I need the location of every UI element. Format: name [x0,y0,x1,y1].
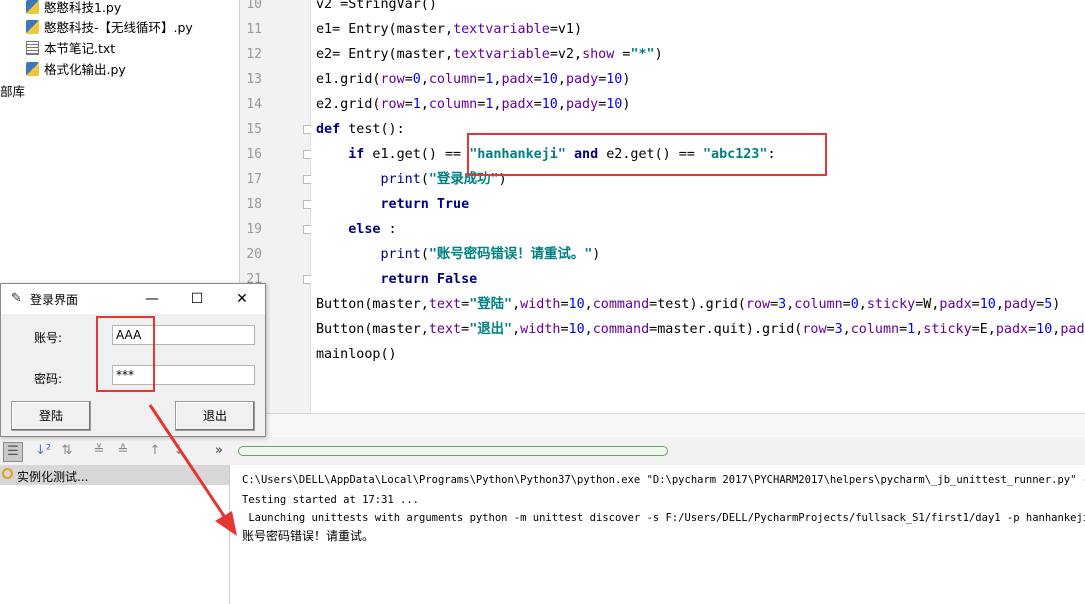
close-button[interactable]: ✕ [231,288,253,310]
tree-file-label: 憨憨科技-【无线循环】.py [44,20,193,35]
line-number: 17 [246,172,262,187]
console-line: Testing started at 17:31 ... [242,494,420,506]
console-line: 账号密码错误！请重试。 [242,529,375,543]
test-results-tree: 实例化测试... [0,465,230,604]
previous-icon[interactable]: ↑ [146,442,164,460]
password-label: 密码: [34,372,63,386]
tree-file-item[interactable]: 本节笔记.txt [26,39,115,59]
tree-file-label: 格式化输出.py [44,62,126,77]
dialog-titlebar[interactable]: ✎ 登录界面 — ☐ ✕ [1,284,265,314]
line-number: 19 [246,222,262,237]
line-number: 15 [246,122,262,137]
line-number: 13 [246,72,262,87]
quit-button[interactable]: 退出 [175,401,255,431]
code-line: def test(): [316,122,405,137]
tree-file-item[interactable]: 格式化输出.py [26,60,126,80]
tree-file-item[interactable]: 憨憨科技1.py [26,0,121,18]
code-line: e1.grid(row=0,column=1,padx=10,pady=10) [316,72,631,87]
code-line: else : [348,222,397,237]
entries-annotation-box [96,316,155,392]
python-file-icon [26,0,39,14]
dialog-title: 登录界面 [30,293,79,307]
console-line: C:\Users\DELL\AppData\Local\Programs\Pyt… [242,474,1085,486]
sort-alpha-icon[interactable]: ↓² [34,442,52,460]
tree-file-item[interactable]: 憨憨科技-【无线循环】.py [26,18,193,38]
code-editor[interactable]: v2 =StringVar() e1= Entry(master,textvar… [311,0,1085,413]
code-line: e1= Entry(master,textvariable=v1) [316,22,583,37]
test-item-label: 实例化测试... [17,470,89,484]
login-button[interactable]: 登陆 [11,401,91,431]
python-file-icon [26,20,39,34]
sort-duration-icon[interactable]: ⇅ [58,442,76,460]
line-number: 11 [246,22,262,37]
feather-icon: ✎ [11,291,22,306]
text-file-icon [26,41,39,55]
code-line: Button(master,text="登陆",width=10,command… [316,297,1061,312]
line-number: 14 [246,97,262,112]
tree-file-label: 憨憨科技1.py [44,0,122,15]
username-label: 账号: [34,331,63,345]
line-number: 18 [246,197,262,212]
line-number: 20 [246,247,262,262]
line-number: 10 [246,0,262,12]
more-icon[interactable]: » [210,442,228,460]
code-line: return False [380,272,478,287]
minimize-button[interactable]: — [141,288,163,310]
run-toolbar: ☰ ↓² ⇅ ≚ ≙ ↑ ↓ » [0,437,230,465]
python-file-icon [26,62,39,76]
collapse-all-icon[interactable]: ≙ [114,442,132,460]
code-line: e2.grid(row=1,column=1,padx=10,pady=10) [316,97,631,112]
expand-all-icon[interactable]: ≚ [90,442,108,460]
console-line: Launching unittests with arguments pytho… [242,512,1085,524]
code-line: print("账号密码错误！请重试。") [380,247,601,262]
code-line: Button(master,text="退出",width=10,command… [316,322,1085,337]
line-number: 16 [246,147,262,162]
test-item[interactable]: 实例化测试... [0,465,229,485]
running-icon [2,468,13,479]
code-line: v2 =StringVar() [316,0,437,12]
credentials-annotation-box [467,133,827,176]
line-number: 12 [246,47,262,62]
maximize-button[interactable]: ☐ [186,288,208,310]
console-output[interactable]: C:\Users\DELL\AppData\Local\Programs\Pyt… [230,465,1085,604]
external-libraries-label[interactable]: 部库 [0,81,25,100]
next-icon[interactable]: ↓ [170,442,188,460]
test-progress-bar [238,446,668,456]
show-passed-icon[interactable]: ☰ [3,442,23,462]
code-line: return True [380,197,470,212]
code-line: mainloop() [316,347,397,362]
code-line: e2= Entry(master,textvariable=v2,show ="… [316,47,663,62]
tree-file-label: 本节笔记.txt [44,41,116,56]
